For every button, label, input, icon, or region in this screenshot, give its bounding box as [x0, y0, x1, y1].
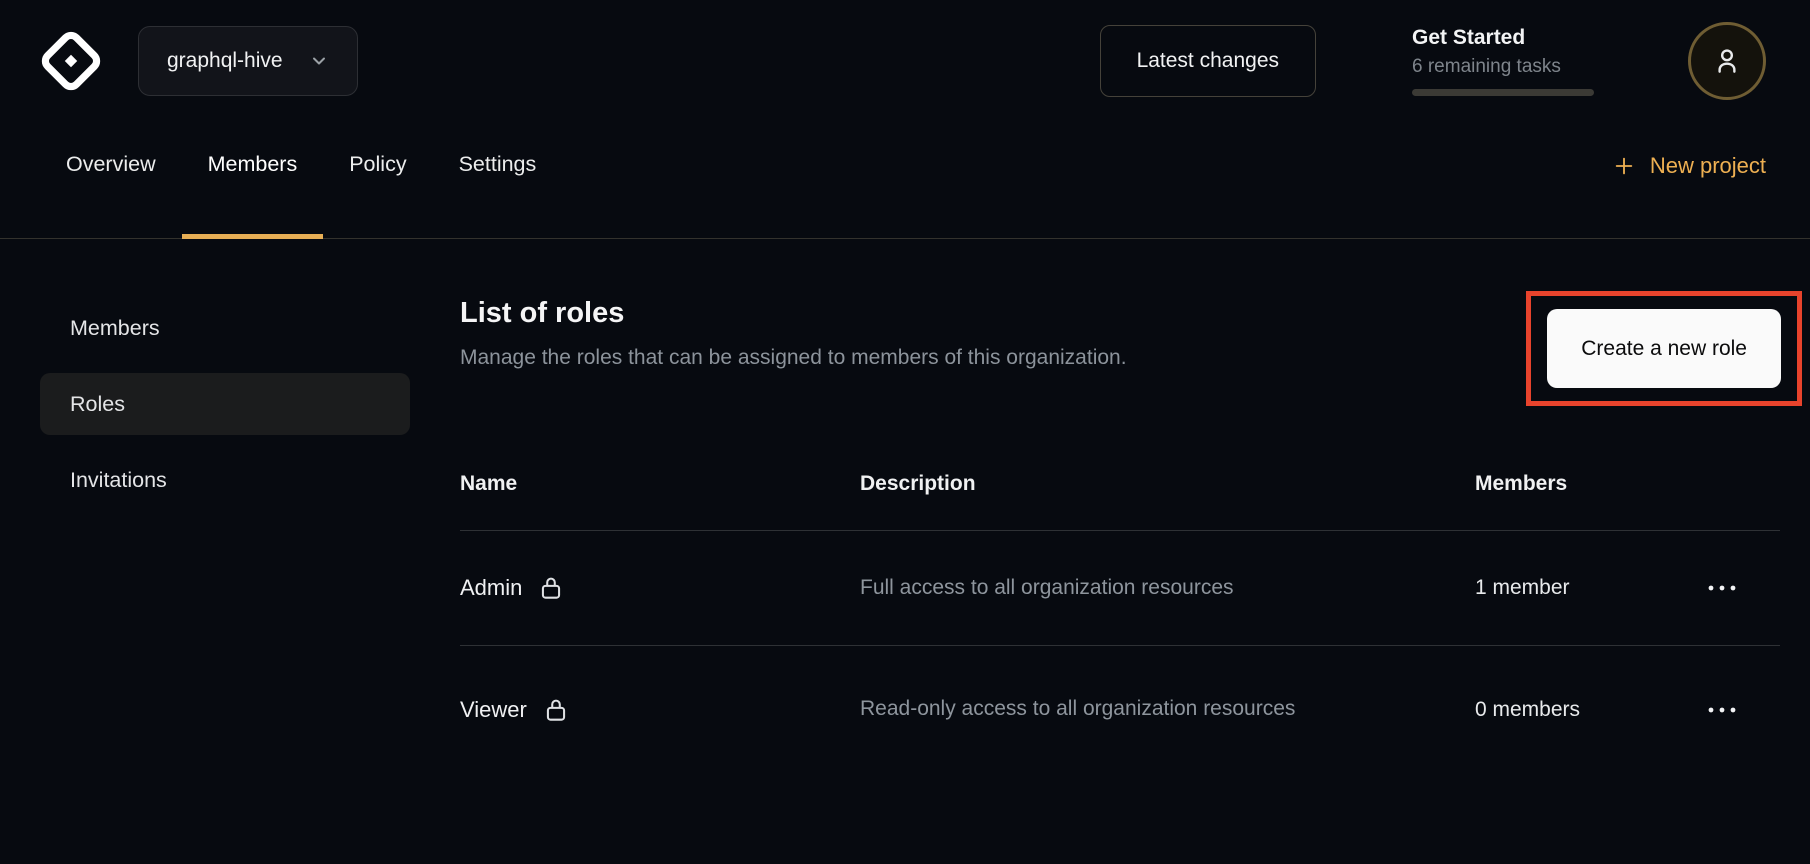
- tab-policy[interactable]: Policy: [323, 122, 432, 238]
- tab-members[interactable]: Members: [182, 122, 324, 238]
- members-sidebar: Members Roles Invitations: [40, 297, 410, 773]
- role-name-cell: Admin: [460, 574, 860, 602]
- content-area: Members Roles Invitations List of roles …: [0, 239, 1810, 773]
- sidebar-item-invitations[interactable]: Invitations: [40, 449, 410, 511]
- person-icon: [1710, 44, 1744, 78]
- role-name: Admin: [460, 575, 522, 601]
- org-selector-button[interactable]: graphql-hive: [138, 26, 358, 96]
- page-title: List of roles: [460, 297, 1127, 330]
- role-members-count: 1 member: [1475, 576, 1705, 600]
- role-description: Full access to all organization resource…: [860, 570, 1340, 607]
- roles-panel-header: List of roles Manage the roles that can …: [460, 297, 1780, 406]
- latest-changes-button[interactable]: Latest changes: [1100, 25, 1316, 97]
- role-description: Read-only access to all organization res…: [860, 691, 1340, 728]
- new-project-button[interactable]: New project: [1613, 122, 1766, 238]
- tab-overview[interactable]: Overview: [40, 122, 182, 238]
- get-started-title: Get Started: [1412, 26, 1594, 50]
- sidebar-item-members[interactable]: Members: [40, 297, 410, 359]
- ellipsis-icon: [1707, 584, 1739, 592]
- column-header-name: Name: [460, 472, 860, 496]
- get-started-progressbar: [1412, 89, 1594, 96]
- app-window: graphql-hive Latest changes Get Started …: [0, 0, 1810, 864]
- role-members-count: 0 members: [1475, 698, 1705, 722]
- org-selector-label: graphql-hive: [167, 49, 283, 73]
- role-name: Viewer: [460, 697, 527, 723]
- lock-icon: [538, 574, 564, 602]
- top-header: graphql-hive Latest changes Get Started …: [0, 0, 1810, 122]
- roles-table: Name Description Members Admin Full acce…: [460, 472, 1780, 773]
- plus-icon: [1613, 155, 1635, 177]
- roles-panel-titles: List of roles Manage the roles that can …: [460, 297, 1127, 374]
- roles-panel: List of roles Manage the roles that can …: [460, 297, 1780, 773]
- role-name-cell: Viewer: [460, 696, 860, 724]
- table-row-admin: Admin Full access to all organization re…: [460, 530, 1780, 645]
- get-started-widget[interactable]: Get Started 6 remaining tasks: [1412, 26, 1594, 96]
- table-row-viewer: Viewer Read-only access to all organizat…: [460, 645, 1780, 773]
- roles-table-header: Name Description Members: [460, 472, 1780, 530]
- new-project-label: New project: [1650, 153, 1766, 179]
- lock-icon: [543, 696, 569, 724]
- column-header-description: Description: [860, 472, 1475, 496]
- row-menu-button[interactable]: [1705, 576, 1741, 600]
- ellipsis-icon: [1707, 706, 1739, 714]
- chevron-down-icon: [309, 51, 329, 71]
- create-role-button[interactable]: Create a new role: [1547, 309, 1781, 388]
- annotation-highlight-box: Create a new role: [1526, 291, 1802, 406]
- get-started-subtitle: 6 remaining tasks: [1412, 56, 1594, 78]
- user-avatar[interactable]: [1688, 22, 1766, 100]
- sidebar-item-roles[interactable]: Roles: [40, 373, 410, 435]
- column-header-members: Members: [1475, 472, 1705, 496]
- page-description: Manage the roles that can be assigned to…: [460, 342, 1127, 374]
- hive-logo-icon: [38, 28, 104, 94]
- tab-settings[interactable]: Settings: [433, 122, 563, 238]
- row-menu-button[interactable]: [1705, 698, 1741, 722]
- org-tabs: Overview Members Policy Settings New pro…: [0, 122, 1810, 239]
